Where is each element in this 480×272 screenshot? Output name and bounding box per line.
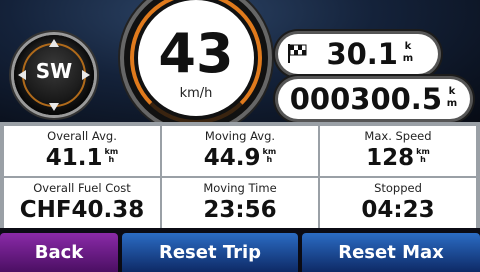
back-button[interactable]: Back: [0, 233, 118, 272]
trip-stats-grid: Overall Avg. 41.1 km h Moving Avg. 44.9 km h…: [0, 122, 480, 228]
stat-value: 44.9: [203, 145, 261, 171]
reset-max-button[interactable]: Reset Max: [302, 233, 480, 272]
stat-label: Stopped: [374, 181, 422, 195]
stat-unit-bottom: h: [266, 155, 273, 164]
odometer-value: 000300.5: [289, 82, 442, 116]
stat-overall-avg[interactable]: Overall Avg. 41.1 km h: [4, 126, 160, 176]
stat-overall-fuel-cost[interactable]: Overall Fuel Cost CHF40.38: [4, 178, 160, 228]
trip-unit-top: k: [404, 41, 412, 52]
trip-odometer-value: 30.1: [326, 37, 398, 71]
stat-value: CHF40.38: [19, 197, 145, 223]
compass-heading: SW: [35, 59, 73, 83]
stat-label: Moving Avg.: [204, 129, 276, 143]
dashboard-header: SW 43 km/h 30.1 k m 000300.5 k m: [0, 0, 480, 130]
stat-unit-bottom: h: [108, 155, 115, 164]
checkered-flag-icon: [288, 44, 307, 63]
trip-odometer: 30.1 k m: [278, 34, 438, 74]
button-bar: Back Reset Trip Reset Max: [0, 228, 480, 272]
south-arrow-icon: [49, 103, 59, 111]
speed-value: 43: [158, 22, 234, 85]
stat-label: Overall Fuel Cost: [33, 181, 131, 195]
stat-moving-time[interactable]: Moving Time 23:56: [162, 178, 318, 228]
compass-widget: SW: [14, 35, 94, 115]
stat-stopped[interactable]: Stopped 04:23: [320, 178, 476, 228]
trip-unit-bottom: m: [402, 53, 414, 64]
stat-value: 04:23: [361, 197, 435, 223]
stat-max-speed[interactable]: Max. Speed 128 km h: [320, 126, 476, 176]
stat-value: 23:56: [203, 197, 277, 223]
stat-moving-avg[interactable]: Moving Avg. 44.9 km h: [162, 126, 318, 176]
north-arrow-icon: [49, 39, 59, 47]
speedometer: 43 km/h: [124, 0, 268, 130]
stat-unit-bottom: h: [420, 155, 426, 164]
reset-trip-button[interactable]: Reset Trip: [122, 233, 298, 272]
stat-value: 128: [366, 145, 415, 171]
stat-label: Overall Avg.: [47, 129, 117, 143]
stat-label: Moving Time: [203, 181, 277, 195]
stat-value: 41.1: [45, 145, 103, 171]
speed-unit: km/h: [179, 86, 213, 101]
odometer: 000300.5 k m: [278, 79, 470, 119]
stat-label: Max. Speed: [364, 129, 432, 143]
odometer-unit-top: k: [448, 86, 456, 97]
odometer-unit-bottom: m: [446, 98, 458, 109]
